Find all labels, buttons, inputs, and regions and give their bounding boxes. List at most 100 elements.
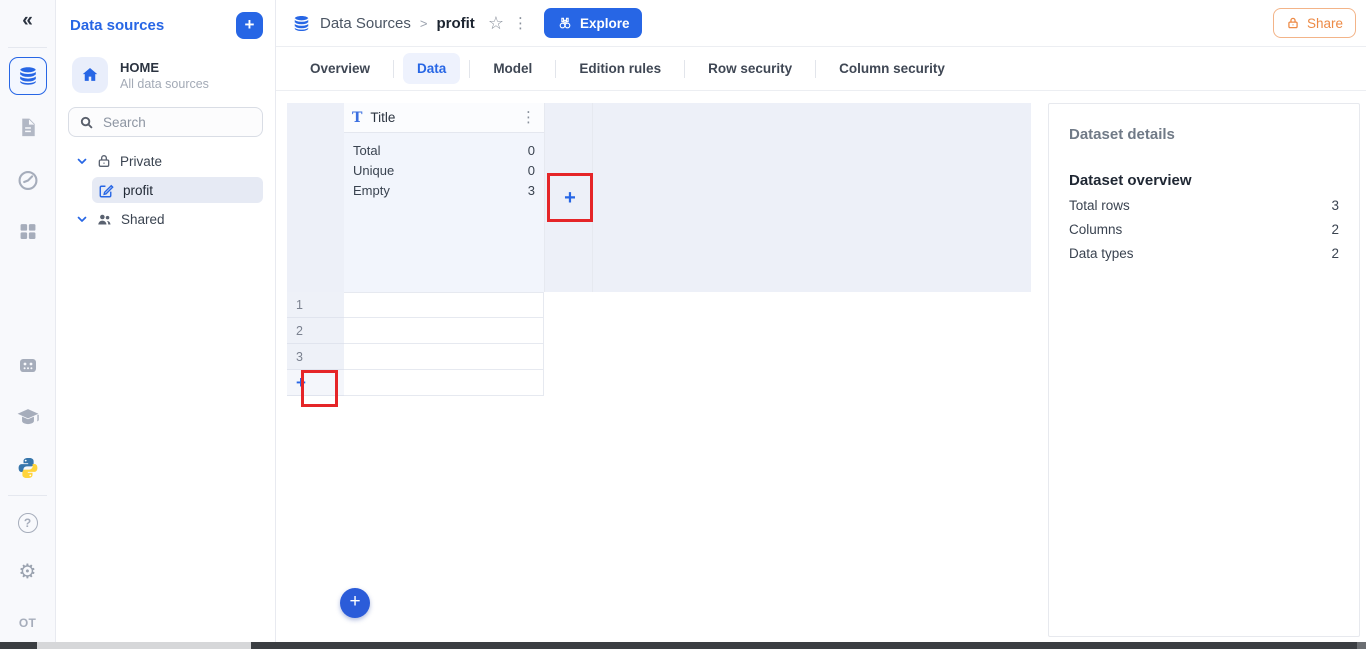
scrollbar-thumb[interactable]	[37, 642, 251, 649]
icon-rail: «	[0, 0, 56, 649]
more-options-icon[interactable]: ⋮	[513, 16, 528, 31]
sidebar-item-home[interactable]: HOME All data sources	[72, 57, 263, 93]
lock-icon	[1286, 16, 1300, 30]
dataset-details-panel: Dataset details Dataset overview Total r…	[1048, 103, 1360, 637]
tree-group-label: Shared	[121, 212, 165, 227]
tab-divider	[684, 60, 685, 78]
fab-add-button[interactable]: +	[340, 588, 370, 618]
collapse-sidebar-button[interactable]: «	[22, 10, 33, 32]
explore-button[interactable]: Explore	[544, 8, 643, 38]
rail-item-python[interactable]	[16, 456, 40, 480]
column-header-title[interactable]: T Title ⋮	[344, 103, 544, 133]
top-bar: Data Sources > profit ☆ ⋮ Explore Share	[276, 0, 1366, 47]
share-button[interactable]: Share	[1273, 8, 1356, 38]
document-icon	[16, 116, 39, 139]
chevron-down-icon[interactable]	[76, 155, 88, 167]
tab-column-security[interactable]: Column security	[825, 53, 959, 84]
rail-divider	[8, 47, 47, 48]
scrollbar-end-segment	[1357, 642, 1366, 649]
tab-data[interactable]: Data	[403, 53, 460, 84]
tab-model[interactable]: Model	[479, 53, 546, 84]
favorite-star-icon[interactable]: ☆	[488, 13, 504, 34]
rail-item-apps[interactable]	[17, 221, 38, 242]
grid-apps-icon	[17, 221, 38, 242]
home-icon	[72, 57, 108, 93]
user-avatar[interactable]: OT	[13, 608, 43, 638]
panel-title: Dataset details	[1069, 126, 1339, 143]
database-icon	[17, 65, 39, 87]
add-data-source-button[interactable]: +	[236, 12, 263, 39]
binoculars-icon	[557, 15, 573, 31]
tab-divider	[469, 60, 470, 78]
chevron-down-icon[interactable]	[76, 213, 88, 225]
robot-icon	[16, 353, 40, 377]
tab-divider	[555, 60, 556, 78]
rail-item-data-sources[interactable]	[9, 57, 47, 95]
add-column-button[interactable]: +	[564, 188, 576, 208]
tab-divider	[815, 60, 816, 78]
rail-item-dashboards[interactable]	[16, 169, 39, 192]
rail-item-help[interactable]: ?	[18, 513, 38, 533]
help-icon: ?	[18, 513, 38, 533]
grid-corner-cell	[287, 103, 344, 292]
column-name: Title	[370, 110, 513, 125]
text-type-icon: T	[352, 110, 362, 126]
tree-group-label: Private	[120, 154, 162, 169]
tree-group-private[interactable]: Private	[56, 149, 275, 173]
overview-data-types: Data types2	[1069, 246, 1339, 261]
row-number: 1	[287, 292, 344, 318]
tab-bar: Overview Data Model Edition rules Row se…	[276, 47, 1366, 91]
rail-divider	[8, 495, 47, 496]
add-row-button[interactable]: +	[296, 374, 306, 391]
grid-cell-new[interactable]	[344, 370, 544, 396]
gauge-icon	[16, 169, 39, 192]
gear-icon: ⚙	[19, 559, 37, 583]
breadcrumb-root[interactable]: Data Sources	[320, 15, 411, 32]
search-box	[68, 107, 263, 137]
overview-columns: Columns2	[1069, 222, 1339, 237]
stat-total: Total0	[353, 141, 535, 161]
tree-item-profit[interactable]: profit	[92, 177, 263, 203]
grid-cell-r3[interactable]	[344, 344, 544, 370]
app-window: «	[0, 0, 1366, 649]
stat-unique: Unique0	[353, 161, 535, 181]
data-source-tree: Private profit Shared	[56, 149, 275, 231]
sidebar-title: Data sources	[70, 17, 164, 34]
people-icon	[96, 211, 113, 228]
breadcrumb-separator: >	[420, 16, 428, 31]
database-icon	[292, 14, 311, 33]
home-label: HOME	[120, 60, 209, 75]
row-number: 2	[287, 318, 344, 344]
add-row-cell: +	[287, 370, 344, 396]
panel-section-title: Dataset overview	[1069, 172, 1339, 189]
lock-icon	[96, 153, 112, 169]
data-grid-area: T Title ⋮ Total0 Unique0 Empty3 +	[276, 91, 1366, 649]
tab-overview[interactable]: Overview	[296, 53, 384, 84]
edit-pencil-icon	[98, 182, 115, 199]
tab-divider	[393, 60, 394, 78]
search-input[interactable]	[103, 115, 243, 130]
rail-item-documents[interactable]	[16, 116, 39, 139]
search-icon	[79, 115, 94, 130]
grid-header-filler	[593, 103, 1031, 292]
rail-item-settings[interactable]: ⚙	[19, 559, 37, 583]
tree-item-label: profit	[123, 183, 153, 198]
grid-cell-r2[interactable]	[344, 318, 544, 344]
rail-item-assistant[interactable]	[16, 353, 40, 377]
main-area: Data Sources > profit ☆ ⋮ Explore Share …	[276, 0, 1366, 649]
graduation-cap-icon	[15, 405, 40, 430]
tab-edition-rules[interactable]: Edition rules	[565, 53, 675, 84]
python-icon	[16, 456, 40, 480]
sidebar: Data sources + HOME All data sources	[56, 0, 276, 649]
breadcrumb: Data Sources > profit ☆ ⋮	[292, 13, 528, 34]
grid-cell-r1[interactable]	[344, 292, 544, 318]
row-number: 3	[287, 344, 344, 370]
column-menu-icon[interactable]: ⋮	[521, 110, 536, 125]
home-sublabel: All data sources	[120, 77, 209, 91]
rail-item-academy[interactable]	[15, 405, 40, 430]
tree-group-shared[interactable]: Shared	[56, 207, 275, 231]
column-stats: Total0 Unique0 Empty3	[344, 133, 544, 292]
overview-total-rows: Total rows3	[1069, 198, 1339, 213]
tab-row-security[interactable]: Row security	[694, 53, 806, 84]
breadcrumb-current: profit	[436, 15, 474, 32]
